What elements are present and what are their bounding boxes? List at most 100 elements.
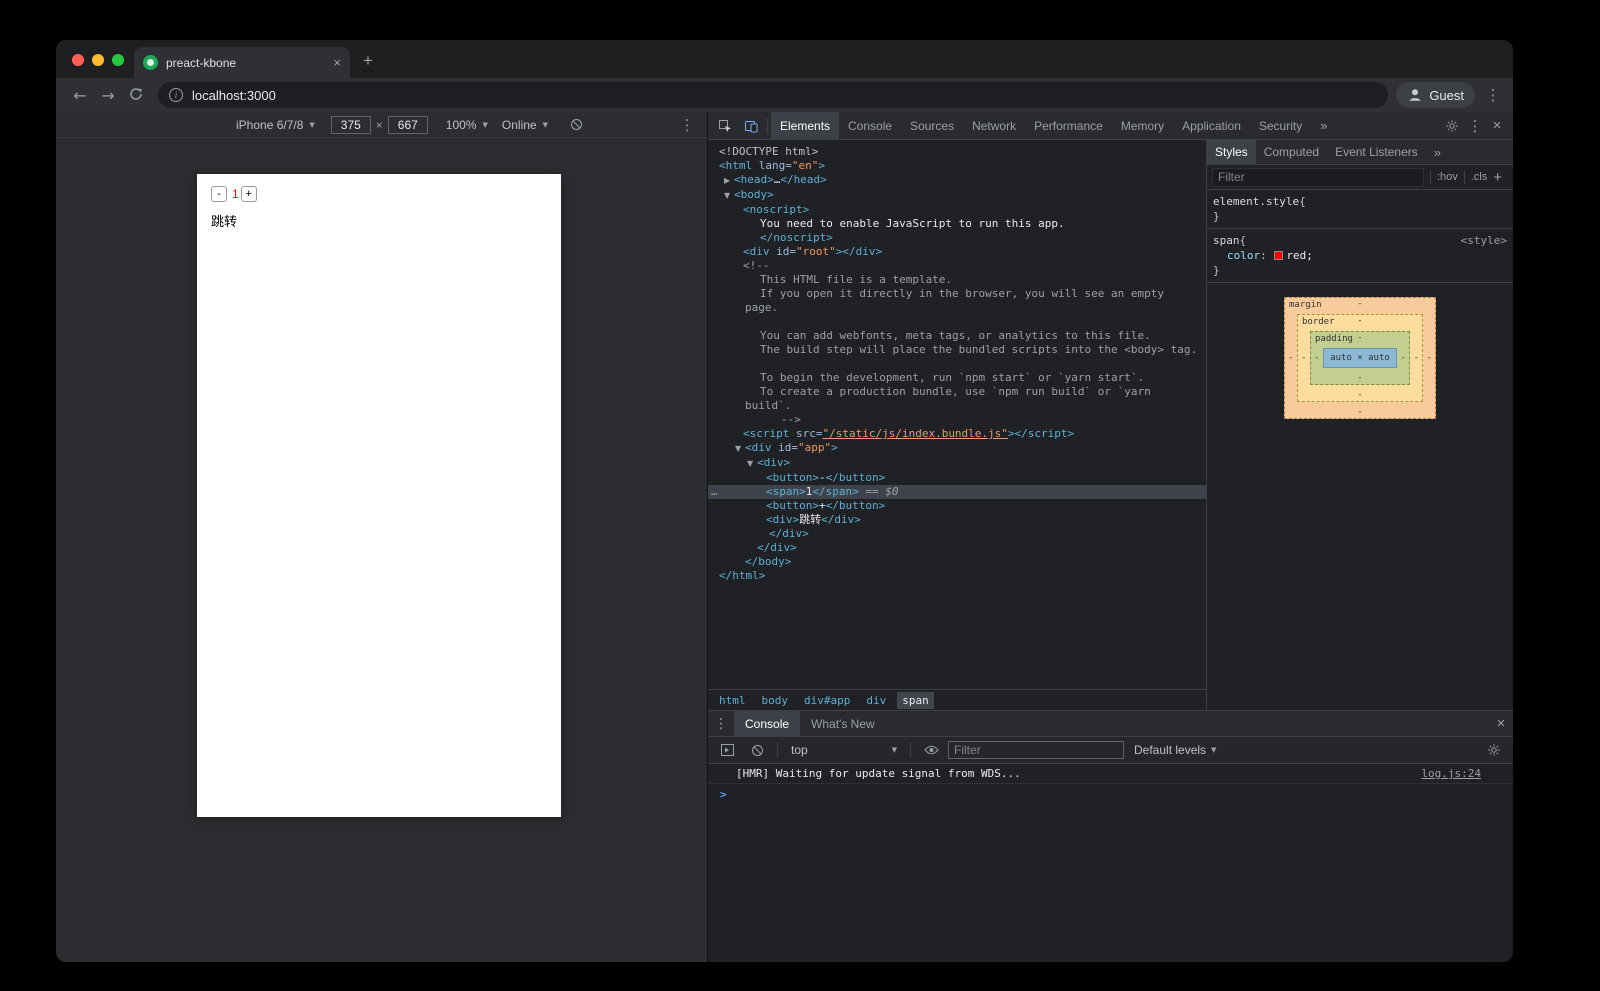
- elements-tree-line[interactable]: …<span>1</span> == $0: [708, 485, 1206, 499]
- decrement-button[interactable]: -: [211, 186, 227, 202]
- address-bar[interactable]: i localhost:3000: [158, 82, 1388, 108]
- box-model-border[interactable]: border - - - - padding - - -: [1297, 314, 1423, 402]
- elements-tree-line[interactable]: <button>-</button>: [708, 471, 1206, 485]
- drawer-tab-what-s-new[interactable]: What's New: [800, 711, 886, 736]
- macos-zoom-button[interactable]: [112, 54, 124, 66]
- breadcrumb-span[interactable]: span: [897, 692, 934, 709]
- rule-source-link[interactable]: <style>: [1461, 233, 1507, 248]
- box-model-content[interactable]: auto × auto: [1323, 348, 1397, 368]
- devtools-tab-console[interactable]: Console: [839, 112, 901, 139]
- styles-filter-input[interactable]: [1212, 168, 1424, 187]
- elements-tree-line[interactable]: <div id="root"></div>: [708, 245, 1206, 259]
- devtools-tab-memory[interactable]: Memory: [1112, 112, 1173, 139]
- elements-tree-line[interactable]: ▼<div id="app">: [708, 441, 1206, 456]
- back-icon[interactable]: ←: [66, 86, 94, 105]
- styles-more-tabs-icon[interactable]: »: [1426, 145, 1449, 160]
- device-width-input[interactable]: [331, 116, 371, 134]
- elements-tree-line[interactable]: [708, 357, 1206, 371]
- elements-tree-line[interactable]: [708, 315, 1206, 329]
- devtools-tab-sources[interactable]: Sources: [901, 112, 963, 139]
- elements-tree-line[interactable]: <div>跳转</div>: [708, 513, 1206, 527]
- elements-tree-line[interactable]: page.: [708, 301, 1206, 315]
- new-tab-button[interactable]: +: [363, 51, 373, 71]
- tab-close-icon[interactable]: ×: [333, 55, 341, 70]
- browser-tab[interactable]: preact-kbone ×: [134, 47, 350, 78]
- elements-tree-line[interactable]: If you open it directly in the browser, …: [708, 287, 1206, 301]
- elements-tree-line[interactable]: </div>: [708, 527, 1206, 541]
- breadcrumb-body[interactable]: body: [757, 692, 794, 709]
- style-rule[interactable]: element.style {}: [1207, 190, 1513, 229]
- pseudo-state-toggle[interactable]: :hov: [1437, 171, 1458, 183]
- device-height-input[interactable]: [388, 116, 428, 134]
- class-toggle[interactable]: .cls: [1471, 171, 1488, 183]
- rotate-icon[interactable]: [564, 112, 590, 138]
- elements-tree-line[interactable]: This HTML file is a template.: [708, 273, 1206, 287]
- console-context-select[interactable]: top ▼: [785, 743, 903, 757]
- styles-tab-styles[interactable]: Styles: [1207, 140, 1256, 164]
- breadcrumb-html[interactable]: html: [714, 692, 751, 709]
- device-mode-icon[interactable]: [738, 113, 764, 139]
- page-info-icon[interactable]: i: [169, 88, 183, 102]
- elements-tree-line[interactable]: </noscript>: [708, 231, 1206, 245]
- console-source-link[interactable]: log.js:24: [1421, 767, 1481, 780]
- log-levels-select[interactable]: Default levels ▼: [1128, 743, 1222, 757]
- more-tabs-icon[interactable]: »: [1311, 118, 1336, 133]
- jump-link[interactable]: 跳转: [211, 211, 547, 230]
- elements-tree-line[interactable]: <!--: [708, 259, 1206, 273]
- elements-tree-line[interactable]: ▼<div>: [708, 456, 1206, 471]
- console-prompt[interactable]: >: [708, 784, 1513, 805]
- elements-tree-line[interactable]: You can add webfonts, meta tags, or anal…: [708, 329, 1206, 343]
- elements-tree-line[interactable]: build`.: [708, 399, 1206, 413]
- elements-tree-line[interactable]: You need to enable JavaScript to run thi…: [708, 217, 1206, 231]
- style-property[interactable]: color: red;: [1213, 248, 1507, 263]
- device-toolbar-menu-icon[interactable]: ⋮: [677, 116, 697, 134]
- console-sidebar-icon[interactable]: [714, 737, 740, 763]
- drawer-menu-icon[interactable]: ⋮: [708, 716, 734, 732]
- elements-tree-line[interactable]: </div>: [708, 541, 1206, 555]
- devtools-tab-performance[interactable]: Performance: [1025, 112, 1112, 139]
- drawer-tab-console[interactable]: Console: [734, 711, 800, 736]
- inspect-element-icon[interactable]: [712, 113, 738, 139]
- expand-arrow-down-icon[interactable]: ▼: [724, 189, 734, 203]
- expand-arrow-down-icon[interactable]: ▼: [735, 442, 745, 456]
- box-model-margin[interactable]: margin - - - - border - - - -: [1284, 297, 1436, 419]
- elements-tree-line[interactable]: <!DOCTYPE html>: [708, 145, 1206, 159]
- zoom-select[interactable]: 100% ▼: [446, 118, 488, 132]
- elements-tree-line[interactable]: ▼<body>: [708, 188, 1206, 203]
- elements-tree-line[interactable]: ▶<head>…</head>: [708, 173, 1206, 188]
- macos-close-button[interactable]: [72, 54, 84, 66]
- elements-tree-line[interactable]: The build step will place the bundled sc…: [708, 343, 1206, 357]
- throttle-select[interactable]: Online ▼: [502, 118, 548, 132]
- new-style-rule-button[interactable]: +: [1493, 169, 1502, 186]
- macos-minimize-button[interactable]: [92, 54, 104, 66]
- devtools-tab-security[interactable]: Security: [1250, 112, 1311, 139]
- browser-menu-icon[interactable]: ⋮: [1483, 86, 1503, 104]
- profile-button[interactable]: Guest: [1396, 82, 1475, 108]
- live-expression-eye-icon[interactable]: [918, 737, 944, 763]
- elements-tree-line[interactable]: <html lang="en">: [708, 159, 1206, 173]
- devtools-menu-icon[interactable]: ⋮: [1465, 117, 1485, 135]
- color-swatch[interactable]: [1274, 251, 1283, 260]
- devtools-close-icon[interactable]: ×: [1485, 117, 1509, 134]
- elements-tree-line[interactable]: To create a production bundle, use `npm …: [708, 385, 1206, 399]
- elements-tree-line[interactable]: -->: [708, 413, 1206, 427]
- reload-icon[interactable]: [122, 86, 150, 105]
- styles-tab-event-listeners[interactable]: Event Listeners: [1327, 140, 1426, 164]
- console-filter-input[interactable]: [948, 741, 1124, 759]
- style-rule[interactable]: span {<style>color: red;}: [1207, 229, 1513, 283]
- clear-console-icon[interactable]: [744, 737, 770, 763]
- expand-arrow-right-icon[interactable]: ▶: [724, 174, 734, 188]
- devtools-tab-application[interactable]: Application: [1173, 112, 1250, 139]
- elements-tree-line[interactable]: To begin the development, run `npm start…: [708, 371, 1206, 385]
- breadcrumb-div-app[interactable]: div#app: [799, 692, 855, 709]
- elements-tree-line[interactable]: </body>: [708, 555, 1206, 569]
- breadcrumb-div[interactable]: div: [861, 692, 891, 709]
- increment-button[interactable]: +: [241, 186, 257, 202]
- forward-icon[interactable]: →: [94, 86, 122, 105]
- devtools-tab-elements[interactable]: Elements: [771, 112, 839, 139]
- expand-arrow-down-icon[interactable]: ▼: [747, 457, 757, 471]
- device-select[interactable]: iPhone 6/7/8 ▼: [236, 118, 315, 132]
- console-settings-gear-icon[interactable]: [1481, 737, 1507, 763]
- elements-tree-line[interactable]: <noscript>: [708, 203, 1206, 217]
- elements-tree-line[interactable]: </html>: [708, 569, 1206, 583]
